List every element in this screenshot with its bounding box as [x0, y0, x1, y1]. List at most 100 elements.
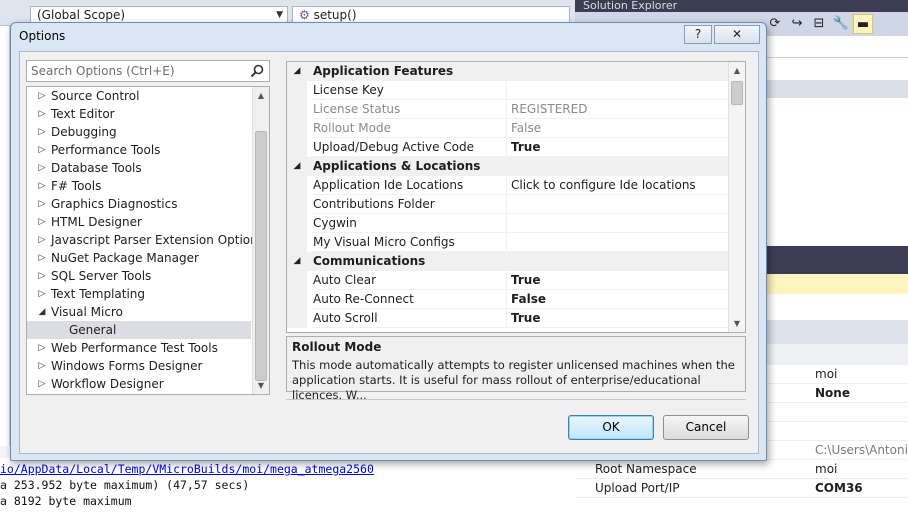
tree-item-text-editor[interactable]: ▷ Text Editor — [27, 105, 251, 123]
expand-arrow-icon[interactable]: ▷ — [37, 195, 47, 213]
grid-property-value[interactable]: False — [508, 290, 729, 309]
options-dialog: Options ? ✕ ▷ Source Control ▷ Text Edit… — [10, 22, 767, 461]
expand-arrow-icon[interactable]: ▷ — [37, 159, 47, 177]
property-value: moi — [815, 367, 838, 381]
property-row[interactable]: Root Namespace moi — [575, 460, 908, 479]
grid-property-value[interactable]: Click to configure Ide locations — [508, 176, 729, 195]
output-build-path-link[interactable]: io/AppData/Local/Temp/VMicroBuilds/moi/m… — [0, 462, 374, 476]
sync-icon[interactable]: ⟳ — [765, 14, 785, 34]
options-tree: ▷ Source Control ▷ Text Editor ▷ Debuggi… — [26, 86, 270, 395]
tree-item-web-performance[interactable]: ▷ Web Performance Test Tools — [27, 339, 251, 357]
tree-item-html-designer[interactable]: ▷ HTML Designer — [27, 213, 251, 231]
tree-item-label: Web Performance Test Tools — [51, 341, 218, 355]
scroll-up-icon[interactable]: ▲ — [253, 87, 269, 104]
expand-arrow-icon[interactable]: ▷ — [37, 123, 47, 141]
grid-property-value[interactable] — [508, 195, 729, 214]
scroll-down-icon[interactable]: ▼ — [729, 315, 745, 332]
expand-arrow-icon[interactable]: ▷ — [37, 231, 47, 249]
expand-arrow-icon[interactable]: ▷ — [37, 357, 47, 375]
grid-property-value[interactable] — [508, 233, 729, 252]
expand-arrow-icon[interactable]: ▷ — [37, 141, 47, 159]
close-button[interactable]: ✕ — [714, 25, 760, 44]
expand-arrow-icon[interactable]: ▷ — [37, 213, 47, 231]
tree-item-javascript-parser[interactable]: ▷ Javascript Parser Extension Options — [27, 231, 264, 249]
expand-arrow-icon[interactable]: ▷ — [37, 177, 47, 195]
scrollbar-thumb[interactable] — [255, 131, 267, 381]
grid-row-upload-debug-active-code[interactable]: Upload/Debug Active Code True — [287, 138, 729, 157]
expand-arrow-icon[interactable]: ▷ — [37, 87, 47, 105]
ok-button[interactable]: OK — [568, 415, 654, 440]
tree-item-text-templating[interactable]: ▷ Text Templating — [27, 285, 251, 303]
grid-row-cygwin[interactable]: Cygwin — [287, 214, 729, 233]
expand-arrow-icon[interactable]: ▷ — [37, 249, 47, 267]
tree-item-source-control[interactable]: ▷ Source Control — [27, 87, 251, 105]
grid-row-license-status[interactable]: License Status REGISTERED — [287, 100, 729, 119]
output-line: a 253.952 byte maximum) (47,57 secs) — [0, 478, 250, 492]
search-input[interactable] — [27, 61, 247, 81]
grid-category-application-features[interactable]: ◢ Application Features — [287, 62, 729, 81]
grid-property-value[interactable]: True — [508, 309, 729, 328]
category-label: Communications — [313, 254, 426, 268]
grid-scrollbar[interactable]: ▲ ▼ — [728, 62, 745, 332]
grid-property-value[interactable]: True — [508, 271, 729, 290]
collapse-arrow-icon[interactable]: ◢ — [292, 157, 302, 176]
property-row[interactable]: Upload Port/IP COM36 — [575, 479, 908, 498]
tree-item-workflow-designer[interactable]: ▷ Workflow Designer — [27, 375, 251, 393]
tree-item-label: Text Editor — [51, 107, 115, 121]
grid-row-application-ide-locations[interactable]: Application Ide Locations Click to confi… — [287, 176, 729, 195]
scope-combo-value: (Global Scope) — [37, 8, 126, 22]
grid-property-value[interactable]: True — [508, 138, 729, 157]
grid-row-rollout-mode[interactable]: Rollout Mode False — [287, 119, 729, 138]
scrollbar-thumb[interactable] — [731, 81, 743, 105]
grid-row-license-key[interactable]: License Key — [287, 81, 729, 100]
grid-row-my-visual-micro-configs[interactable]: My Visual Micro Configs — [287, 233, 729, 252]
tree-item-debugging[interactable]: ▷ Debugging — [27, 123, 251, 141]
grid-property-value[interactable] — [508, 81, 729, 100]
expand-arrow-icon[interactable]: ▷ — [37, 285, 47, 303]
tree-item-graphics-diagnostics[interactable]: ▷ Graphics Diagnostics — [27, 195, 251, 213]
cancel-button[interactable]: Cancel — [663, 415, 749, 440]
tree-item-windows-forms[interactable]: ▷ Windows Forms Designer — [27, 357, 251, 375]
dialog-title: Options — [19, 29, 66, 43]
help-button[interactable]: ? — [684, 25, 712, 44]
grid-category-applications-locations[interactable]: ◢ Applications & Locations — [287, 157, 729, 176]
tree-item-fsharp-tools[interactable]: ▷ F# Tools — [27, 177, 251, 195]
search-icon[interactable] — [249, 63, 265, 79]
help-icon: ? — [694, 27, 702, 41]
collapse-arrow-icon[interactable]: ◢ — [37, 303, 47, 321]
property-value: COM36 — [815, 481, 863, 495]
pin-icon[interactable]: ▬ — [853, 14, 873, 34]
collapse-icon[interactable]: ⊟ — [809, 14, 829, 34]
tree-item-general[interactable]: General — [27, 321, 251, 339]
output-line: a 8192 byte maximum — [0, 494, 132, 508]
tree-item-label: Visual Micro — [51, 305, 123, 319]
tree-item-nuget[interactable]: ▷ NuGet Package Manager — [27, 249, 251, 267]
expand-arrow-icon[interactable]: ▷ — [37, 339, 47, 357]
expand-arrow-icon[interactable]: ▷ — [37, 105, 47, 123]
property-value: None — [815, 386, 850, 400]
tree-item-visual-micro[interactable]: ◢ Visual Micro — [27, 303, 251, 321]
grid-row-auto-clear[interactable]: Auto Clear True — [287, 271, 729, 290]
scroll-down-icon[interactable]: ▼ — [253, 377, 269, 394]
grid-property-value[interactable] — [508, 214, 729, 233]
grid-row-auto-scroll[interactable]: Auto Scroll True — [287, 309, 729, 328]
grid-category-communications[interactable]: ◢ Communications — [287, 252, 729, 271]
property-value: C:\Users\Antonio — [815, 443, 908, 457]
forward-icon[interactable]: ↪ — [787, 14, 807, 34]
grid-row-contributions-folder[interactable]: Contributions Folder — [287, 195, 729, 214]
solution-explorer-title: Solution Explorer — [583, 0, 678, 12]
scroll-up-icon[interactable]: ▲ — [729, 62, 745, 79]
grid-row-auto-reconnect[interactable]: Auto Re-Connect False — [287, 290, 729, 309]
collapse-arrow-icon[interactable]: ◢ — [292, 252, 302, 271]
expand-arrow-icon[interactable]: ▷ — [37, 267, 47, 285]
category-label: Applications & Locations — [313, 159, 481, 173]
grid-gutter — [287, 309, 307, 328]
wrench-icon[interactable]: 🔧 — [831, 14, 851, 34]
collapse-arrow-icon[interactable]: ◢ — [292, 62, 302, 81]
dialog-client-area: ▷ Source Control ▷ Text Editor ▷ Debuggi… — [19, 51, 759, 454]
expand-arrow-icon[interactable]: ▷ — [37, 375, 47, 393]
tree-scrollbar[interactable]: ▲ ▼ — [252, 87, 269, 394]
tree-item-database-tools[interactable]: ▷ Database Tools — [27, 159, 251, 177]
tree-item-sql-server-tools[interactable]: ▷ SQL Server Tools — [27, 267, 251, 285]
tree-item-performance-tools[interactable]: ▷ Performance Tools — [27, 141, 251, 159]
